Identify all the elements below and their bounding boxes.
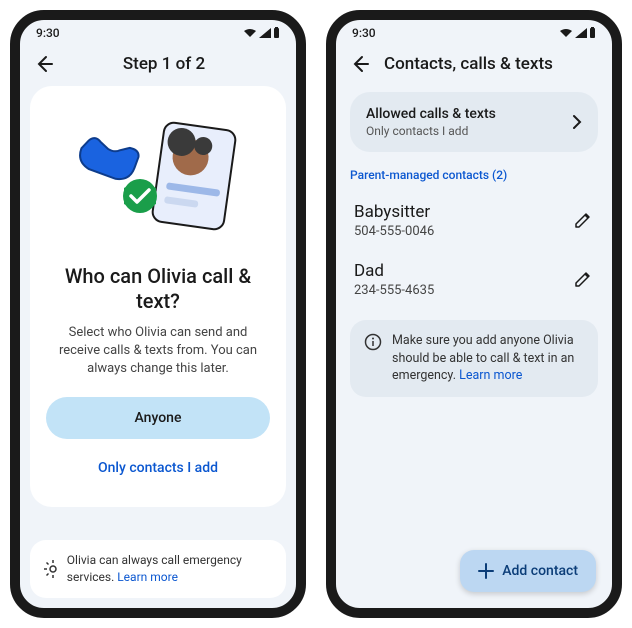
only-contacts-button[interactable]: Only contacts I add (46, 447, 270, 489)
illustration (68, 108, 248, 248)
contact-name: Babysitter (354, 202, 434, 222)
learn-more-link[interactable]: Learn more (117, 570, 178, 584)
info-icon (364, 333, 382, 351)
status-icons (559, 27, 596, 39)
section-label: Parent-managed contacts (2) (350, 168, 598, 182)
edit-contact-button[interactable] (574, 270, 594, 290)
edit-contact-button[interactable] (574, 211, 594, 231)
phone-left: 9:30 Step 1 of 2 Who can Olivia call & t… (10, 10, 306, 618)
contact-row: Dad 234-555-4635 (350, 253, 598, 312)
anyone-button[interactable]: Anyone (46, 397, 270, 439)
clock: 9:30 (36, 26, 60, 40)
wifi-icon (559, 28, 573, 38)
signal-icon (575, 28, 587, 38)
back-button[interactable] (348, 52, 372, 76)
battery-icon (589, 27, 596, 39)
clock: 9:30 (352, 26, 376, 40)
setting-subtitle: Only contacts I add (366, 124, 496, 138)
info-text: Make sure you add anyone Olivia should b… (392, 332, 584, 385)
onboarding-subtext: Select who Olivia can send and receive c… (46, 324, 270, 379)
learn-more-link[interactable]: Learn more (459, 368, 522, 383)
contact-row: Babysitter 504-555-0046 (350, 194, 598, 253)
page-title: Step 1 of 2 (68, 54, 260, 74)
contact-phone: 234-555-4635 (354, 283, 434, 298)
emergency-info-box: Make sure you add anyone Olivia should b… (350, 320, 598, 397)
phone-right: 9:30 Contacts, calls & texts Allowed cal… (326, 10, 622, 618)
status-bar: 9:30 (336, 20, 612, 46)
settings-icon (44, 560, 57, 578)
allowed-calls-row[interactable]: Allowed calls & texts Only contacts I ad… (350, 92, 598, 152)
pencil-icon (574, 211, 592, 229)
setting-title: Allowed calls & texts (366, 106, 496, 122)
arrow-left-icon (34, 54, 54, 74)
emergency-text: Olivia can always call emergency service… (67, 552, 272, 586)
plus-icon (478, 563, 494, 579)
status-icons (243, 27, 280, 39)
pencil-icon (574, 270, 592, 288)
onboarding-card: Who can Olivia call & text? Select who O… (30, 86, 286, 507)
wifi-icon (243, 28, 257, 38)
contact-phone: 504-555-0046 (354, 224, 434, 239)
arrow-left-icon (350, 54, 370, 74)
contact-name: Dad (354, 261, 434, 281)
battery-icon (273, 27, 280, 39)
header: Contacts, calls & texts (336, 46, 612, 86)
add-contact-button[interactable]: Add contact (460, 550, 596, 592)
chevron-right-icon (572, 114, 582, 130)
onboarding-question: Who can Olivia call & text? (46, 264, 270, 314)
emergency-footer: Olivia can always call emergency service… (30, 540, 286, 598)
back-button[interactable] (32, 52, 56, 76)
header: Step 1 of 2 (20, 46, 296, 86)
fab-label: Add contact (502, 563, 578, 579)
page-title: Contacts, calls & texts (384, 54, 600, 74)
contacts-content: Allowed calls & texts Only contacts I ad… (336, 86, 612, 608)
status-bar: 9:30 (20, 20, 296, 46)
signal-icon (259, 28, 271, 38)
